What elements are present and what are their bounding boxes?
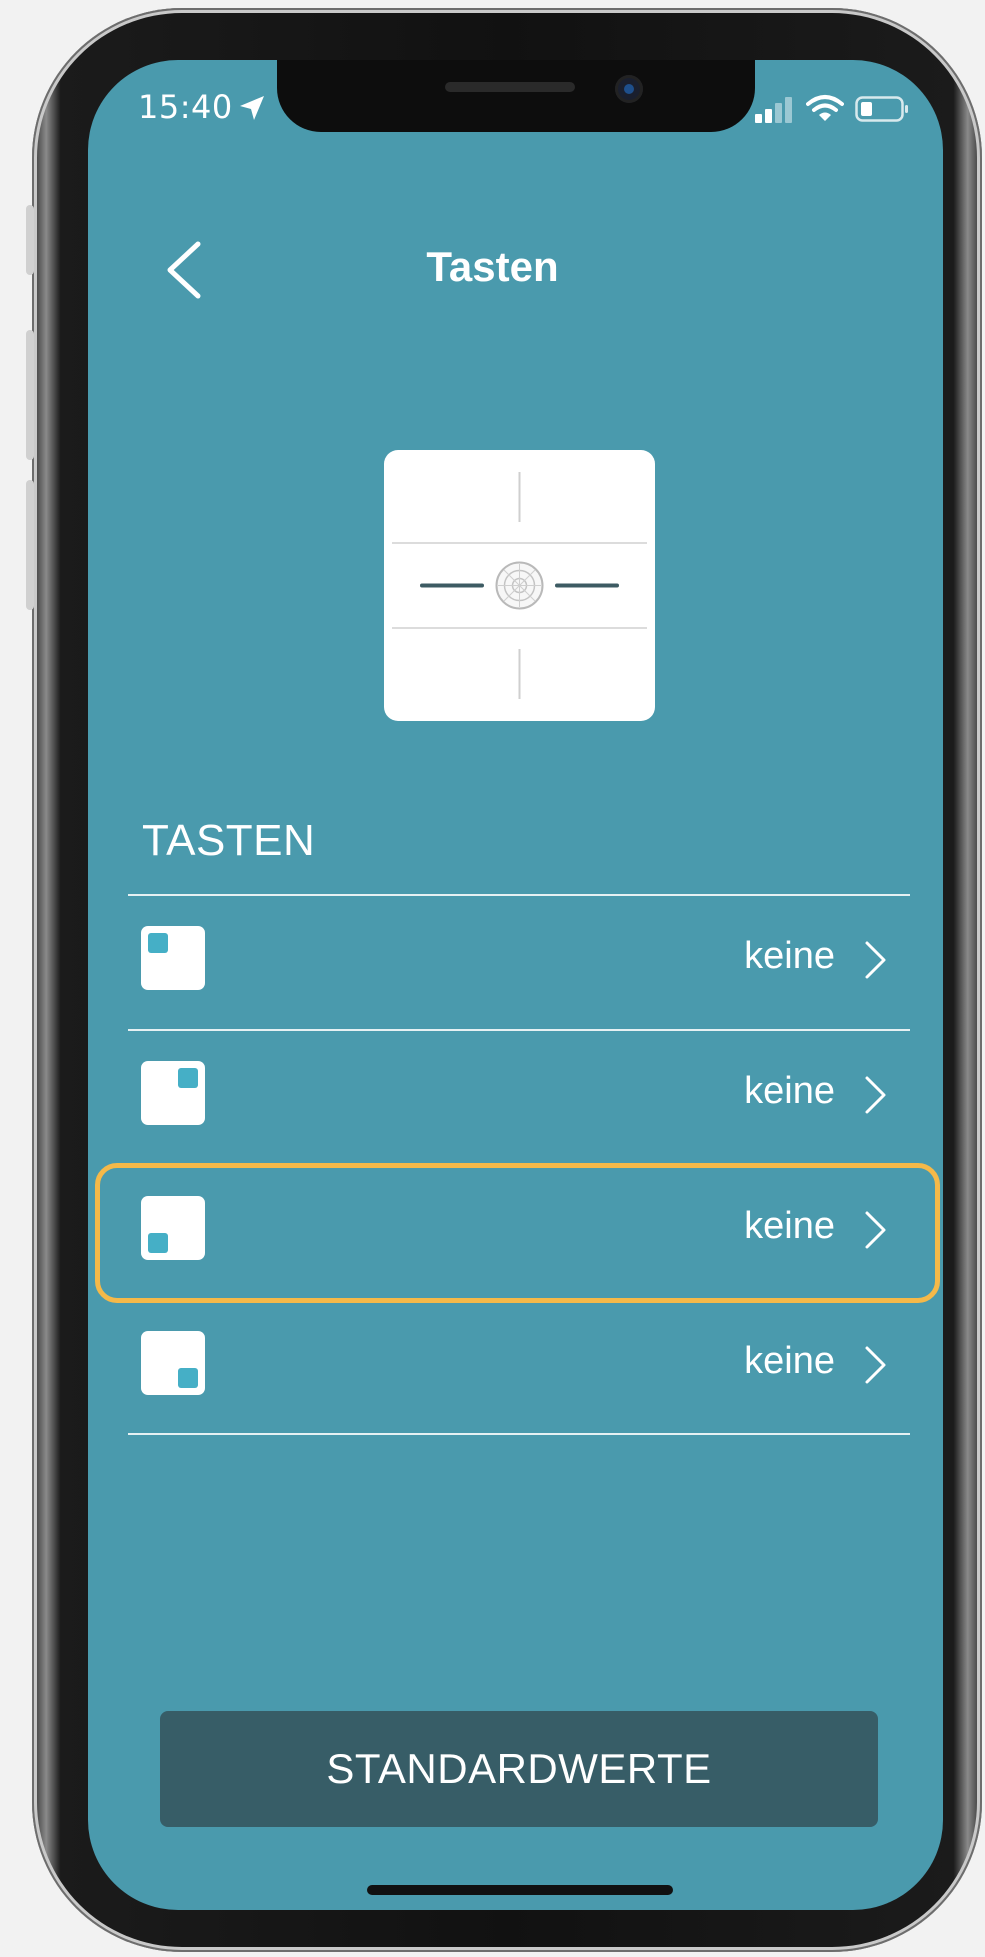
chevron-right-icon (865, 1346, 886, 1384)
row-value: keine (744, 1070, 835, 1112)
row-value: keine (744, 1340, 835, 1382)
defaults-button[interactable]: STANDARDWERTE (160, 1711, 878, 1827)
location-arrow-icon (240, 96, 264, 120)
home-indicator[interactable] (367, 1885, 673, 1895)
side-button-volume-up (26, 330, 34, 460)
key-top-left-icon (141, 926, 205, 990)
row-value: keine (744, 935, 835, 977)
chevron-right-icon (865, 1076, 886, 1114)
key-row-bottom-right[interactable]: keine (128, 1300, 910, 1434)
key-row-top-left[interactable]: keine (128, 895, 910, 1029)
earpiece-speaker (445, 82, 575, 92)
wifi-icon (806, 95, 844, 121)
cellular-signal-icon (755, 97, 792, 123)
switch-diagram-icon (392, 472, 647, 699)
status-time: 15:40 (138, 88, 233, 126)
battery-icon (855, 96, 908, 122)
side-button-volume-down (26, 480, 34, 610)
key-bottom-right-icon (141, 1331, 205, 1395)
front-camera (615, 75, 643, 103)
chevron-right-icon (865, 941, 886, 979)
list-divider (128, 1433, 910, 1435)
key-top-right-icon (141, 1061, 205, 1125)
switch-illustration (384, 450, 655, 721)
notch (277, 60, 755, 132)
section-heading: TASTEN (142, 816, 316, 865)
page-title: Tasten (426, 243, 559, 290)
highlight-frame (95, 1163, 940, 1303)
key-row-top-right[interactable]: keine (128, 1030, 910, 1164)
